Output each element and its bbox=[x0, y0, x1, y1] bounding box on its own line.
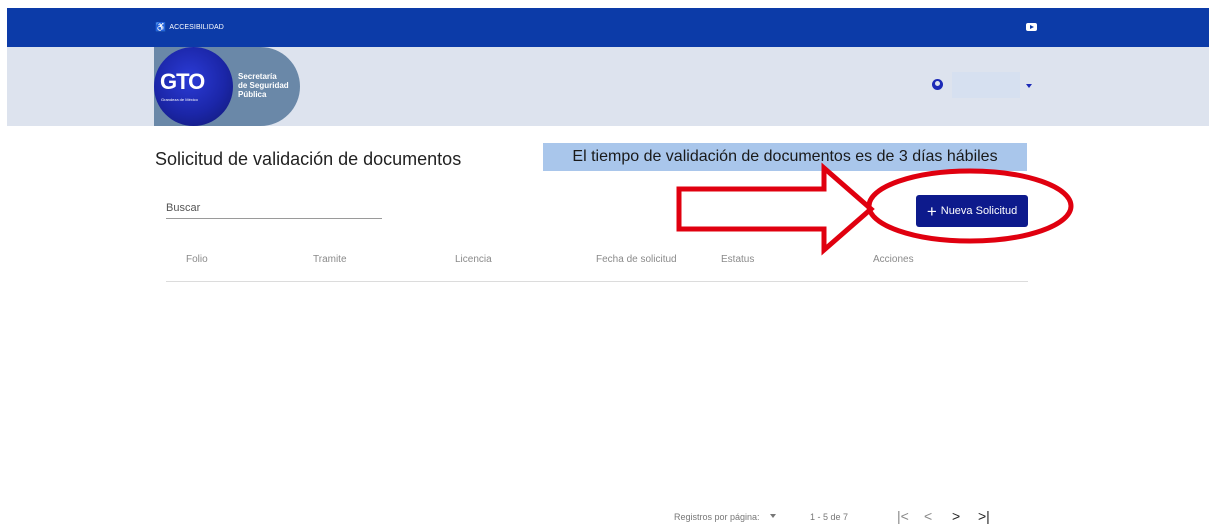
annotation-overlay bbox=[676, 162, 1074, 256]
range-label: 1 - 5 de 7 bbox=[810, 512, 849, 522]
items-per-page-select[interactable] bbox=[770, 514, 776, 518]
annotation-arrow bbox=[676, 162, 875, 256]
annotation-circle bbox=[866, 168, 1074, 244]
items-per-page-label: Registros por página: bbox=[674, 512, 760, 522]
